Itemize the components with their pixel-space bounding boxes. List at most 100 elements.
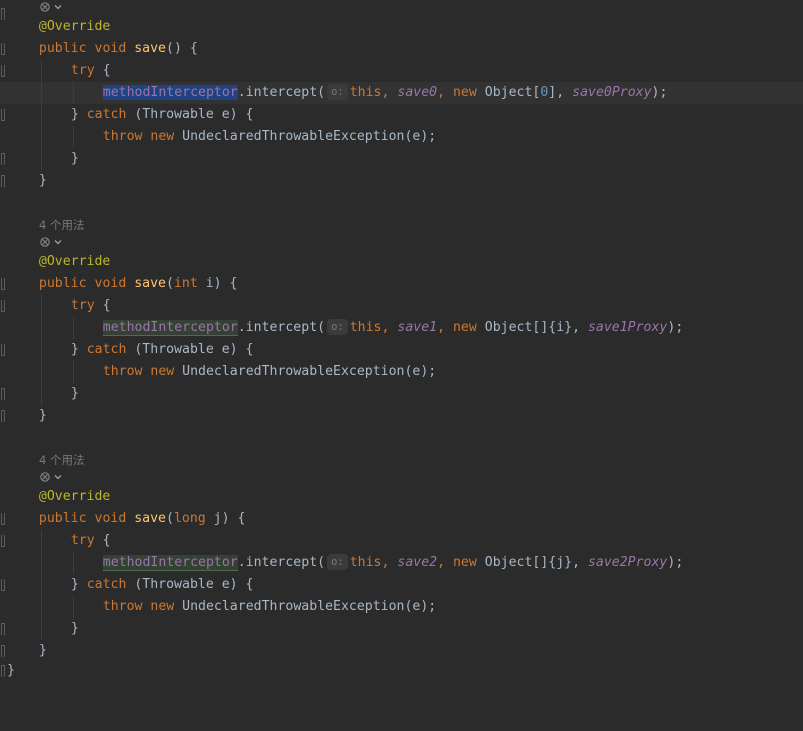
intercept-call[interactable]: .intercept( <box>238 320 325 335</box>
implement-method-icon[interactable] <box>39 235 63 251</box>
code-text[interactable]: try { <box>71 295 111 317</box>
method-field[interactable]: save0 <box>397 85 437 100</box>
code-line-intercept-call[interactable]: methodInterceptor.intercept(o: this, save… <box>0 82 803 104</box>
comma: , <box>381 555 398 570</box>
keyword-new: new <box>150 599 175 614</box>
fold-start-marker-icon[interactable] <box>1 535 5 547</box>
fold-start-marker-icon[interactable] <box>1 513 5 525</box>
code-text[interactable]: } <box>71 148 79 170</box>
fold-start-marker-icon[interactable] <box>1 579 5 591</box>
code-text[interactable]: try { <box>71 530 111 552</box>
fold-start-marker-icon[interactable] <box>1 278 5 290</box>
fold-end-marker-icon[interactable] <box>1 153 5 165</box>
code-text[interactable]: } <box>71 383 79 405</box>
fold-end-marker-icon[interactable] <box>1 8 5 20</box>
code-text[interactable]: public void save(long j) { <box>39 508 246 530</box>
intercept-call[interactable]: .intercept( <box>238 555 325 570</box>
indent-guide <box>72 317 74 339</box>
close-brace: } <box>38 408 47 423</box>
method-interceptor-field[interactable]: methodInterceptor <box>102 320 238 335</box>
code-text[interactable]: @Override <box>39 486 110 508</box>
parameter-hint-badge: o: <box>327 319 348 335</box>
method-interceptor-field[interactable]: methodInterceptor <box>102 85 238 100</box>
keyword-new: new <box>452 555 477 570</box>
fold-end-marker-icon[interactable] <box>1 388 5 400</box>
intercept-call[interactable]: .intercept( <box>238 85 325 100</box>
chevron-down-icon <box>54 475 62 480</box>
keyword-new: new <box>150 129 175 144</box>
code-text[interactable]: } catch (Throwable e) { <box>71 574 254 596</box>
method-interceptor-field[interactable]: methodInterceptor <box>102 555 238 570</box>
fold-end-marker-icon[interactable] <box>1 665 5 677</box>
parameter-hint-badge: o: <box>327 554 348 570</box>
proxy-field[interactable]: save1Proxy <box>588 320 667 335</box>
fold-start-marker-icon[interactable] <box>1 43 5 55</box>
usages-count-label[interactable]: 4 个用法 <box>39 451 84 469</box>
method-field[interactable]: save2 <box>397 555 437 570</box>
keyword-try: try <box>70 533 95 548</box>
close-brace: } <box>70 386 79 401</box>
code-editor[interactable]: @Override public void save() {try {method… <box>0 0 803 731</box>
code-text[interactable]: throw new UndeclaredThrowableException(e… <box>103 126 437 148</box>
call-end: ); <box>651 85 668 100</box>
catch-open-brace: } <box>70 107 87 122</box>
fold-start-marker-icon[interactable] <box>1 109 5 121</box>
proxy-field[interactable]: save0Proxy <box>572 85 651 100</box>
close-brace: } <box>38 173 47 188</box>
code-text[interactable]: @Override <box>39 16 110 38</box>
code-text[interactable]: throw new UndeclaredThrowableException(e… <box>103 596 437 618</box>
code-text[interactable]: try { <box>71 60 111 82</box>
chevron-down-icon <box>54 5 62 10</box>
close-brace: } <box>70 621 79 636</box>
implement-method-icon[interactable] <box>39 470 63 486</box>
implement-method-icon[interactable] <box>39 0 63 16</box>
comma: , <box>437 85 453 100</box>
keyword-new: new <box>150 364 175 379</box>
code-text[interactable]: } <box>39 405 47 427</box>
param-name: i <box>197 276 214 291</box>
fold-end-marker-icon[interactable] <box>1 645 5 657</box>
fold-end-marker-icon[interactable] <box>1 175 5 187</box>
keyword-void: void <box>94 41 127 56</box>
params-open: ( <box>165 276 174 291</box>
keyword-this: this <box>349 320 382 335</box>
code-text[interactable]: public void save() { <box>39 38 198 60</box>
params-open: ( <box>165 511 174 526</box>
keyword-void: void <box>94 276 127 291</box>
code-text[interactable]: methodInterceptor.intercept(o: this, save… <box>102 82 668 104</box>
code-text[interactable]: throw new UndeclaredThrowableException(e… <box>103 361 437 383</box>
indent-guide <box>40 295 42 405</box>
code-text[interactable]: public void save(int i) { <box>39 273 238 295</box>
code-text[interactable]: } catch (Throwable e) { <box>71 104 254 126</box>
fold-start-marker-icon[interactable] <box>1 65 5 77</box>
indent-guide <box>72 361 74 383</box>
code-text[interactable]: } <box>7 660 15 682</box>
params-close: ) { <box>173 41 198 56</box>
catch-params: (Throwable e) { <box>126 107 254 122</box>
method-name[interactable]: save <box>134 41 166 56</box>
try-brace: { <box>94 533 111 548</box>
catch-params: (Throwable e) { <box>126 577 254 592</box>
comma: , <box>381 85 398 100</box>
code-text[interactable]: methodInterceptor.intercept(o: this, save… <box>102 317 683 339</box>
keyword-try: try <box>70 298 95 313</box>
fold-start-marker-icon[interactable] <box>1 344 5 356</box>
params-close: ) { <box>221 511 246 526</box>
try-brace: { <box>94 298 111 313</box>
throw-expr: UndeclaredThrowableException(e); <box>174 364 437 379</box>
method-field[interactable]: save1 <box>397 320 437 335</box>
proxy-field[interactable]: save2Proxy <box>588 555 667 570</box>
code-text[interactable]: } <box>71 618 79 640</box>
comma: , <box>437 320 453 335</box>
code-text[interactable]: } catch (Throwable e) { <box>71 339 254 361</box>
code-text[interactable]: } <box>39 640 47 662</box>
code-text[interactable]: } <box>39 170 47 192</box>
code-text[interactable]: @Override <box>39 251 110 273</box>
method-name[interactable]: save <box>134 511 166 526</box>
fold-end-marker-icon[interactable] <box>1 623 5 635</box>
code-text[interactable]: methodInterceptor.intercept(o: this, save… <box>102 552 683 574</box>
fold-start-marker-icon[interactable] <box>1 300 5 312</box>
fold-end-marker-icon[interactable] <box>1 410 5 422</box>
usages-count-label[interactable]: 4 个用法 <box>39 216 84 234</box>
method-name[interactable]: save <box>134 276 166 291</box>
